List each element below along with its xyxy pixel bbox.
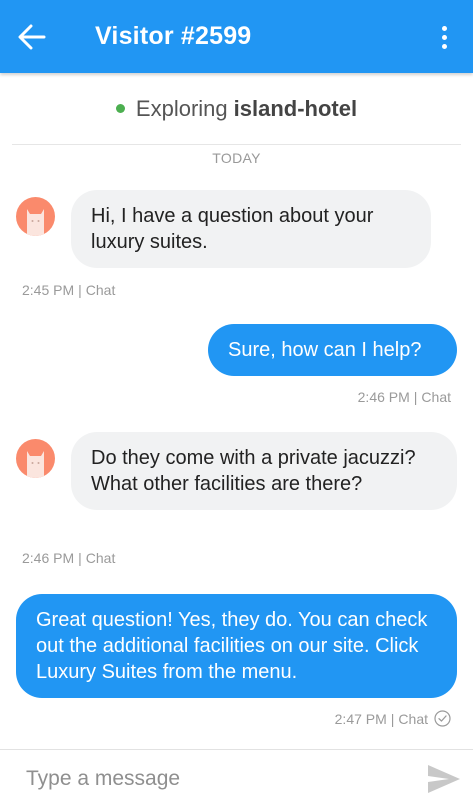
- message-channel: Chat: [398, 710, 428, 727]
- more-vertical-icon-dot: [441, 34, 447, 40]
- more-options-button[interactable]: [429, 22, 459, 52]
- check-circle-icon: [434, 710, 451, 727]
- status-prefix: Exploring: [135, 95, 228, 121]
- message-time: 2:45 PM: [22, 282, 75, 298]
- chat-screen: Visitor #2599 Exploring island-hotel TOD…: [0, 0, 473, 808]
- day-separator: TODAY: [212, 150, 261, 166]
- back-button[interactable]: [0, 0, 64, 73]
- message-bubble: Hi, I have a question about your luxury …: [71, 190, 431, 268]
- online-indicator: [115, 104, 125, 113]
- meta-separator: |: [78, 282, 82, 298]
- message-meta: 2:47 PM | Chat: [335, 710, 451, 727]
- message-time: 2:46 PM: [22, 550, 75, 566]
- message-channel: Chat: [421, 389, 451, 405]
- message-time: 2:47 PM: [334, 710, 387, 727]
- meta-separator: |: [413, 389, 418, 405]
- more-vertical-icon: [441, 25, 447, 31]
- send-button[interactable]: [427, 764, 461, 794]
- meta-separator: |: [78, 550, 82, 566]
- visitor-title: Visitor #2599: [95, 22, 252, 50]
- visitor-avatar: [16, 439, 55, 478]
- meta-separator: |: [390, 710, 395, 727]
- app-header: Visitor #2599: [0, 0, 473, 73]
- visitor-avatar: [16, 197, 55, 236]
- message-meta: 2:45 PM | Chat: [22, 282, 115, 298]
- message-channel: Chat: [85, 282, 116, 298]
- status-site: island-hotel: [233, 95, 358, 121]
- message-input[interactable]: [26, 767, 406, 791]
- message-text: Do they come with a private jacuzzi? Wha…: [91, 447, 416, 495]
- send-icon: [428, 765, 460, 793]
- message-meta: 2:46 PM | Chat: [358, 389, 451, 405]
- message-text: Great question! Yes, they do. You can ch…: [36, 609, 428, 683]
- message-bubble: Great question! Yes, they do. You can ch…: [16, 594, 457, 698]
- visitor-status: Exploring island-hotel: [12, 73, 461, 145]
- cat-avatar-icon: [27, 451, 44, 478]
- message-channel: Chat: [85, 550, 116, 566]
- cat-avatar-icon: [27, 209, 44, 236]
- message-text: Hi, I have a question about your luxury …: [91, 205, 374, 253]
- message-bubble: Do they come with a private jacuzzi? Wha…: [71, 432, 457, 510]
- message-text: Sure, how can I help?: [228, 339, 422, 361]
- message-bubble: Sure, how can I help?: [208, 324, 457, 376]
- arrow-left-icon: [18, 24, 46, 49]
- more-vertical-icon-dot: [441, 43, 447, 49]
- message-time: 2:46 PM: [357, 389, 410, 405]
- message-composer: [0, 749, 473, 808]
- message-meta: 2:46 PM | Chat: [22, 550, 115, 566]
